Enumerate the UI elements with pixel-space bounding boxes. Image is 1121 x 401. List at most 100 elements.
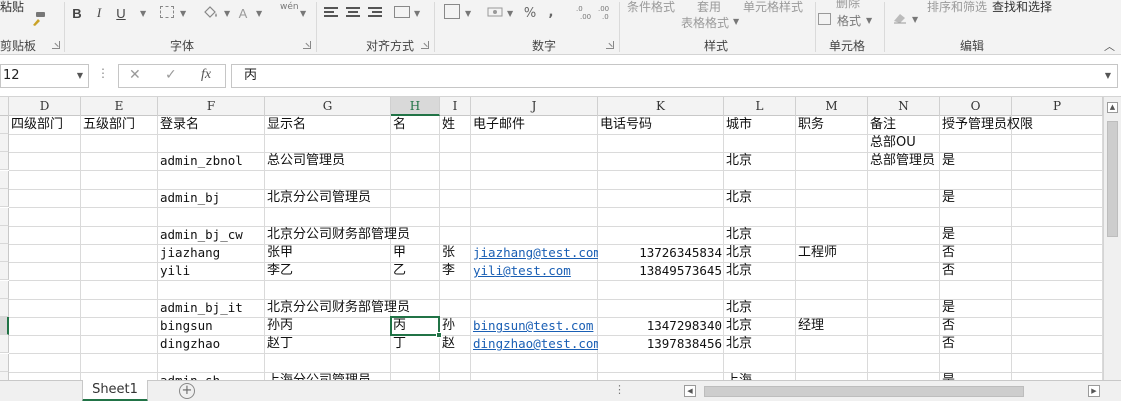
table-cell[interactable]: 甲 <box>391 244 406 262</box>
column-header-l[interactable]: L <box>724 97 796 116</box>
header-cell[interactable]: 名 <box>391 116 406 134</box>
table-cell[interactable]: 赵 <box>440 335 455 353</box>
accounting-format-icon[interactable] <box>487 6 503 18</box>
header-cell[interactable]: 城市 <box>724 116 752 134</box>
column-header-f[interactable]: F <box>158 97 265 116</box>
format-cells-button[interactable]: 格式 <box>837 12 861 29</box>
column-header-n[interactable]: N <box>868 97 940 116</box>
format-cells-icon[interactable] <box>818 13 831 25</box>
table-cell[interactable]: 丙 <box>391 317 406 335</box>
cancel-icon[interactable]: ✕ <box>129 67 141 83</box>
header-cell[interactable]: 授予管理员权限 <box>940 116 1033 134</box>
table-cell[interactable]: 否 <box>940 244 955 262</box>
table-cell[interactable]: 北京 <box>724 317 752 335</box>
sort-filter-button[interactable]: 排序和筛选 <box>927 0 987 15</box>
table-cell[interactable]: 1397838456 <box>598 335 724 353</box>
header-cell[interactable]: 电话号码 <box>598 116 652 134</box>
table-cell[interactable]: 工程师 <box>796 244 837 262</box>
fill-color-icon[interactable] <box>202 4 220 20</box>
table-cell[interactable]: 上海分公司管理员 <box>265 372 371 380</box>
conditional-format-button[interactable]: 条件格式 <box>627 0 675 15</box>
cell-styles-button[interactable]: 单元格样式 <box>743 0 803 15</box>
apply-table-format-button-line1[interactable]: 套用 <box>697 0 721 15</box>
table-cell[interactable]: yili <box>158 262 190 280</box>
worksheet-grid[interactable]: 四级部门 五级部门 登录名 显示名 名 姓电子邮件 电话号码 城市 职务 备注 授予管理员权限 总部O… <box>0 116 1103 380</box>
table-cell[interactable]: admin_bj <box>158 189 220 207</box>
header-cell[interactable]: 四级部门 <box>9 116 63 134</box>
table-cell[interactable]: 北京 <box>724 299 752 317</box>
table-cell[interactable]: 总部OU <box>868 134 940 152</box>
row-header[interactable] <box>0 189 9 207</box>
table-cell[interactable]: 是 <box>940 152 955 170</box>
row-header[interactable] <box>0 281 9 299</box>
alignment-launcher-icon[interactable] <box>421 41 429 49</box>
column-header-p[interactable]: P <box>1012 97 1103 116</box>
table-cell[interactable]: admin_bj_it <box>158 299 243 317</box>
horizontal-scrollbar[interactable]: ◀ ▶ <box>680 383 1104 400</box>
column-header-d[interactable]: D <box>9 97 81 116</box>
column-header-k[interactable]: K <box>598 97 724 116</box>
bold-button[interactable]: B <box>70 3 84 23</box>
font-color-button[interactable]: A <box>236 3 250 23</box>
formula-bar-resize-icon[interactable]: ⋮ <box>97 66 109 80</box>
expand-formula-bar-icon[interactable]: ▼ <box>1105 65 1111 87</box>
select-all-corner[interactable] <box>0 97 9 116</box>
table-cell[interactable]: admin_sh <box>158 372 220 380</box>
align-left-icon[interactable] <box>324 7 338 19</box>
italic-button[interactable]: I <box>92 3 106 23</box>
font-color-dropdown-icon[interactable]: ▼ <box>256 9 262 18</box>
table-cell[interactable]: 李 <box>440 262 455 280</box>
vertical-scrollbar[interactable]: ▲ <box>1103 97 1121 380</box>
underline-dropdown-icon[interactable]: ▼ <box>140 9 146 18</box>
table-cell[interactable]: jiazhang@test.com <box>471 244 598 262</box>
decrease-decimal-icon[interactable]: .00.0 <box>598 4 614 21</box>
sheet-tab-sheet1[interactable]: Sheet1 <box>82 380 148 401</box>
number-format-icon[interactable] <box>444 4 460 19</box>
table-cell[interactable]: 13849573645 <box>598 262 724 280</box>
column-header-g[interactable]: G <box>265 97 391 116</box>
table-cell[interactable]: bingsun@test.com <box>471 317 598 335</box>
table-cell[interactable]: 乙 <box>391 262 406 280</box>
row-header[interactable] <box>0 134 9 152</box>
table-cell[interactable]: 13726345834 <box>598 244 724 262</box>
table-cell[interactable]: 是 <box>940 189 955 207</box>
header-cell[interactable]: 备注 <box>868 116 896 134</box>
row-header[interactable] <box>0 226 9 244</box>
increase-decimal-icon[interactable]: .0.00 <box>576 4 592 21</box>
column-header-h[interactable]: H <box>391 97 440 116</box>
table-cell[interactable]: 经理 <box>796 317 824 335</box>
phonetic-guide-icon[interactable]: wén <box>280 2 299 12</box>
scroll-left-icon[interactable]: ◀ <box>684 385 696 397</box>
table-cell[interactable]: 赵丁 <box>265 335 293 353</box>
table-cell[interactable]: 否 <box>940 317 955 335</box>
name-box-dropdown-icon[interactable]: ▼ <box>77 65 83 87</box>
table-cell[interactable]: 否 <box>940 335 955 353</box>
accounting-dropdown-icon[interactable]: ▼ <box>507 9 513 18</box>
table-cell[interactable]: 张甲 <box>265 244 293 262</box>
borders-icon[interactable] <box>160 6 174 18</box>
table-cell[interactable]: 孙 <box>440 317 455 335</box>
apply-table-format-button-line2[interactable]: 表格格式 <box>681 14 729 31</box>
column-header-e[interactable]: E <box>81 97 158 116</box>
font-launcher-icon[interactable] <box>303 41 311 49</box>
header-cell[interactable]: 姓 <box>440 116 455 134</box>
table-cell[interactable]: 北京 <box>724 262 752 280</box>
percent-style-button[interactable]: % <box>522 3 538 23</box>
comma-style-button[interactable]: , <box>546 2 556 22</box>
row-header[interactable] <box>0 262 9 280</box>
align-center-icon[interactable] <box>346 7 360 19</box>
collapse-ribbon-icon[interactable]: ︿ <box>1104 38 1115 54</box>
column-header-o[interactable]: O <box>940 97 1012 116</box>
row-header[interactable] <box>0 372 9 380</box>
row-header[interactable] <box>0 208 9 226</box>
format-dropdown-icon[interactable]: ▼ <box>866 16 872 25</box>
vertical-scroll-thumb[interactable] <box>1107 121 1118 237</box>
row-header[interactable] <box>0 335 9 353</box>
scroll-right-icon[interactable]: ▶ <box>1088 385 1100 397</box>
horizontal-scroll-thumb[interactable] <box>704 386 1024 397</box>
merge-dropdown-icon[interactable]: ▼ <box>414 9 420 18</box>
row-header[interactable] <box>0 116 9 134</box>
table-cell[interactable]: 否 <box>940 262 955 280</box>
phonetic-dropdown-icon[interactable]: ▼ <box>300 9 306 18</box>
merge-center-icon[interactable] <box>394 6 410 18</box>
